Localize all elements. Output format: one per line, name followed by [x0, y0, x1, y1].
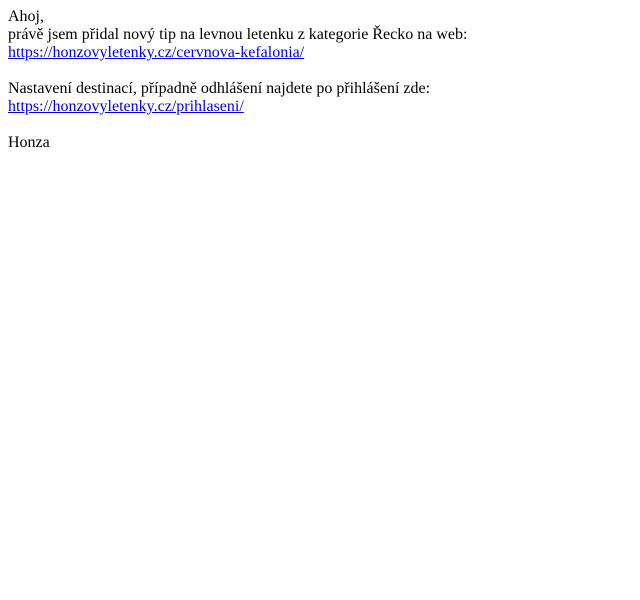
email-body: Ahoj, právě jsem přidal nový tip na levn…	[0, 0, 640, 152]
tip-link[interactable]: https://honzovyletenky.cz/cervnova-kefal…	[8, 44, 632, 62]
signature-text: Honza	[8, 134, 50, 151]
login-link[interactable]: https://honzovyletenky.cz/prihlaseni/	[8, 98, 632, 116]
settings-text: Nastavení destinací, případně odhlášení …	[8, 80, 431, 97]
intro-text: právě jsem přidal nový tip na levnou let…	[8, 26, 468, 43]
greeting-text: Ahoj,	[8, 8, 44, 25]
